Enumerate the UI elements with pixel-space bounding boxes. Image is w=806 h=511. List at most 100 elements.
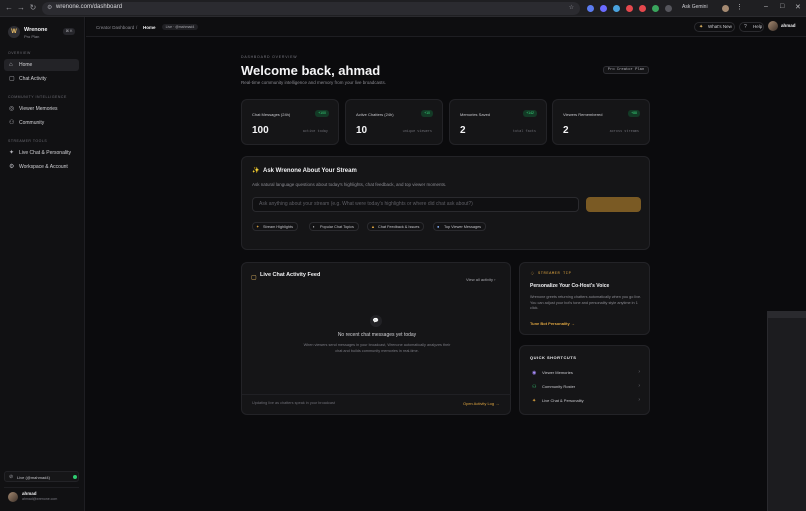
sidebar-item-chat-activity[interactable]: ▢ Chat Activity [4, 73, 79, 85]
extension-icon[interactable] [652, 5, 659, 12]
shortcut-community-roster[interactable]: ⚇ Community Roster › [530, 382, 640, 392]
help-icon: ? [744, 24, 747, 30]
shortcut-live-chat-personality[interactable]: ✦ Live Chat & Personality › [530, 396, 640, 406]
breadcrumb-separator: / [136, 25, 138, 30]
ask-wrenone-card: ✨ Ask Wrenone About Your Stream Ask natu… [241, 156, 650, 250]
side-panel-header [768, 311, 806, 318]
menu-kebab-icon[interactable]: ⋮ [736, 3, 743, 11]
chat-bubble-icon: ▪ [313, 224, 315, 229]
bookmark-star-icon[interactable]: ☆ [569, 4, 574, 11]
stat-card-active-chatters: Active Chatters (24h) +10 10 unique view… [345, 99, 443, 145]
browser-toolbar: ← → ↻ ⚙ wrenone.com/dashboard ☆ Ask Gemi… [0, 0, 806, 17]
page-eyebrow: DASHBOARD OVERVIEW [241, 55, 298, 59]
sidebar-item-label: Community [19, 120, 45, 126]
stat-card-memories-saved: Memories Saved +142 2 total facts [449, 99, 547, 145]
whats-new-button[interactable]: ✦ What's New [694, 22, 735, 32]
suggestion-chip-popular-topics[interactable]: ▪ Popular Chat Topics [309, 222, 359, 231]
command-shortcut-badge[interactable]: ⌘ K [63, 28, 75, 35]
sidebar-item-live-chat-personality[interactable]: ✦ Live Chat & Personality [4, 147, 79, 159]
sidebar-item-label: Workspace & Account [19, 164, 68, 170]
sidebar-item-community[interactable]: ⚇ Community [4, 117, 79, 129]
help-button[interactable]: ? Help [739, 22, 764, 32]
chip-label: Chat Feedback & Issues [378, 225, 420, 229]
feed-title: Live Chat Activity Feed [260, 272, 321, 278]
sidebar-item-label: Home [19, 62, 33, 68]
stat-card-chat-messages: Chat Messages (24h) +100 100 active toda… [241, 99, 339, 145]
warning-icon: ▲ [371, 224, 375, 229]
stat-delta-badge: +142 [523, 110, 537, 117]
sidebar-item-workspace-account[interactable]: ⚙ Workspace & Account [4, 161, 79, 173]
suggestion-chip-top-viewer-messages[interactable]: ● Top Viewer Messages [433, 222, 487, 231]
stat-delta-badge: +88 [628, 110, 640, 117]
stat-caption: total facts [512, 130, 536, 134]
ask-submit-button[interactable] [586, 197, 641, 212]
chat-icon: ▢ [9, 76, 15, 82]
gear-icon: ⚙ [9, 164, 15, 170]
top-bar: Creator Dashboard / Home Live · @mahmad4… [86, 17, 806, 37]
open-activity-log-link[interactable]: Open Activity Log → [463, 401, 499, 406]
ask-input[interactable]: Ask anything about your stream (e.g. Wha… [252, 197, 579, 212]
address-bar[interactable]: ⚙ wrenone.com/dashboard ☆ [42, 2, 580, 15]
tip-label: STREAMER TIP [538, 272, 572, 276]
shortcut-label: Viewer Memories [542, 370, 573, 375]
workspace-logo[interactable]: W [8, 26, 20, 38]
maximize-icon[interactable]: □ [780, 3, 784, 10]
shortcut-label: Community Roster [542, 384, 576, 389]
shortcut-viewer-memories[interactable]: ◉ Viewer Memories › [530, 368, 640, 378]
user-icon: ● [437, 224, 440, 229]
stat-title: Memories Saved [460, 112, 491, 117]
reload-icon[interactable]: ↻ [28, 3, 38, 13]
chevron-right-icon: › [638, 369, 640, 375]
home-icon: ⌂ [9, 62, 13, 68]
sidebar-item-viewer-memories[interactable]: ◎ Viewer Memories [4, 103, 79, 115]
sparkle-icon: ✨ [252, 168, 260, 174]
lightbulb-icon: ♢ [530, 271, 535, 277]
sidebar-item-label: Viewer Memories [19, 106, 58, 112]
user-menu-button[interactable]: ahmad [768, 21, 796, 32]
profile-card[interactable]: ahmad ahmad@wrenone.com [4, 487, 79, 505]
chip-label: Stream Highlights [263, 225, 293, 229]
section-label-overview: OVERVIEW [8, 51, 31, 55]
page-subtitle: Real-time community intelligence and mem… [241, 80, 387, 85]
quick-shortcuts-label: QUICK SHORTCUTS [530, 355, 577, 360]
extension-icon[interactable] [626, 5, 633, 12]
help-label: Help [753, 24, 763, 29]
profile-avatar-icon[interactable] [722, 5, 729, 12]
live-dot [73, 475, 77, 479]
suggestion-chip-stream-highlights[interactable]: ✦ Stream Highlights [252, 222, 298, 231]
suggestion-chip-feedback-issues[interactable]: ▲ Chat Feedback & Issues [367, 222, 425, 231]
breadcrumb-creator-dashboard[interactable]: Creator Dashboard [96, 25, 134, 30]
close-window-icon[interactable]: ✕ [795, 3, 801, 11]
sidebar-item-home[interactable]: ⌂ Home [4, 59, 79, 71]
extension-icon[interactable] [639, 5, 646, 12]
sidebar-item-label: Chat Activity [19, 76, 47, 82]
ask-gemini-button[interactable]: Ask Gemini [682, 4, 708, 10]
users-icon: ⚇ [9, 120, 15, 126]
back-icon[interactable]: ← [4, 3, 14, 13]
extension-icon[interactable] [613, 5, 620, 12]
site-info-icon[interactable]: ⚙ [47, 5, 52, 11]
stat-card-viewers-remembered: Viewers Remembered +88 2 across streams [552, 99, 650, 145]
live-status-indicator[interactable]: ⊘ Live (@mahmad4) [4, 471, 79, 482]
forward-icon[interactable]: → [16, 3, 26, 13]
sparkle-icon: ✦ [699, 24, 704, 30]
minimize-icon[interactable]: – [764, 3, 768, 10]
extension-icon[interactable] [587, 5, 594, 12]
chevron-right-icon: › [638, 397, 640, 403]
chevron-right-icon: › [638, 383, 640, 389]
extensions-puzzle-icon[interactable] [665, 5, 672, 12]
feed-empty-title: No recent chat messages yet today [337, 332, 417, 338]
extension-icon[interactable] [600, 5, 607, 12]
sparkle-icon: ✦ [9, 150, 15, 156]
section-label-streamer-tools: STREAMER TOOLS [8, 139, 48, 143]
chip-label: Popular Chat Topics [320, 225, 354, 229]
plan-badge: Pro Creator Plan [603, 66, 649, 74]
tune-bot-personality-link[interactable]: Tune Bot Personality → [530, 321, 575, 326]
memory-icon: ◉ [532, 370, 537, 376]
workspace-name[interactable]: Wrenone [24, 27, 47, 33]
breadcrumb-home: Home [143, 25, 156, 30]
url-text: wrenone.com/dashboard [56, 4, 123, 10]
view-all-activity-link[interactable]: View all activity › [466, 277, 496, 282]
avatar [8, 492, 18, 502]
streamer-tip-card: ♢ STREAMER TIP Personalize Your Co-Host'… [519, 262, 650, 335]
